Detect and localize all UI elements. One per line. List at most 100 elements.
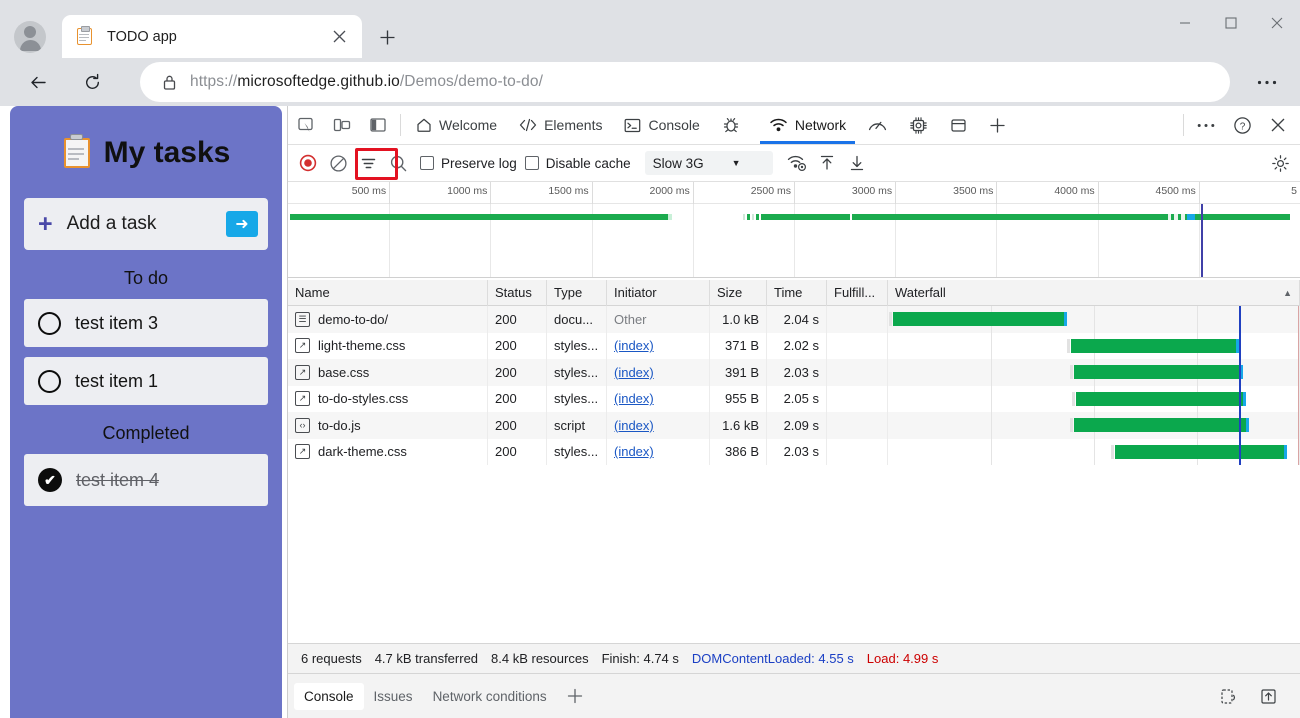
reload-button[interactable]: [76, 66, 108, 98]
record-button[interactable]: [294, 149, 322, 177]
help-icon[interactable]: ?: [1224, 109, 1260, 141]
status-transferred: 4.7 kB transferred: [375, 651, 478, 666]
task-label: test item 3: [75, 313, 158, 334]
devtools-panel: Welcome Elements Console Network: [287, 106, 1300, 718]
initiator-link[interactable]: (index): [614, 338, 654, 353]
window-minimize-button[interactable]: [1162, 0, 1208, 46]
list-item[interactable]: ✔ test item 4: [24, 454, 268, 506]
url-host: microsoftedge.github.io: [237, 73, 400, 90]
screenshot-icon[interactable]: [1210, 680, 1246, 712]
new-tab-button[interactable]: [372, 22, 402, 52]
clear-button[interactable]: [324, 149, 352, 177]
add-task-submit-button[interactable]: ➜: [226, 211, 258, 237]
drawer-add-tab-button[interactable]: [557, 683, 593, 710]
add-panel-button[interactable]: [978, 106, 1017, 144]
tab-performance[interactable]: [857, 106, 898, 144]
preserve-log-checkbox[interactable]: Preserve log: [420, 156, 517, 171]
column-header-time[interactable]: Time: [767, 280, 827, 306]
import-har-button[interactable]: [813, 149, 841, 177]
window-close-button[interactable]: [1254, 0, 1300, 46]
overview-load-marker: [1201, 204, 1203, 277]
tab-memory[interactable]: [898, 106, 939, 144]
network-overview[interactable]: 500 ms1000 ms1500 ms2000 ms2500 ms3000 m…: [288, 182, 1300, 278]
dcl-marker: [1239, 306, 1241, 333]
profile-avatar[interactable]: [14, 21, 46, 53]
window-maximize-button[interactable]: [1208, 0, 1254, 46]
column-header-type[interactable]: Type: [547, 280, 607, 306]
back-button[interactable]: [22, 66, 54, 98]
waterfall-gridline: [991, 439, 992, 466]
column-header-size[interactable]: Size: [710, 280, 767, 306]
inspect-element-icon[interactable]: [288, 109, 324, 141]
cell-fulfilled-by: [827, 306, 888, 333]
tab-close-icon[interactable]: [326, 24, 352, 50]
table-row[interactable]: ↗light-theme.css200styles...(index)371 B…: [288, 333, 1300, 360]
overview-bar-gap: [1181, 214, 1185, 220]
tab-strip: TODO app: [0, 0, 1300, 58]
add-task-input[interactable]: Add a task: [67, 213, 226, 235]
cell-initiator[interactable]: (index): [607, 386, 710, 413]
dock-side-icon[interactable]: [360, 109, 396, 141]
drawer-tab-console[interactable]: Console: [294, 683, 364, 710]
tab-network[interactable]: Network: [758, 106, 857, 144]
column-header-name[interactable]: Name: [288, 280, 488, 306]
table-row[interactable]: ↗to-do-styles.css200styles...(index)955 …: [288, 386, 1300, 413]
tab-elements[interactable]: Elements: [508, 106, 613, 144]
table-row[interactable]: ↗base.css200styles...(index)391 B2.03 s: [288, 359, 1300, 386]
cell-initiator[interactable]: (index): [607, 359, 710, 386]
address-bar[interactable]: https://microsoftedge.github.io/Demos/de…: [140, 62, 1230, 102]
section-heading-completed: Completed: [10, 423, 282, 444]
browser-tab[interactable]: TODO app: [62, 15, 362, 58]
initiator-link[interactable]: (index): [614, 365, 654, 380]
devtools-close-icon[interactable]: [1260, 109, 1296, 141]
column-header-status[interactable]: Status: [488, 280, 547, 306]
waterfall-gridline: [991, 359, 992, 386]
waterfall-connection-segment: [1067, 339, 1070, 353]
table-row[interactable]: ☰demo-to-do/200docu...Other1.0 kB2.04 s: [288, 306, 1300, 333]
waterfall-bar: [1115, 445, 1284, 459]
export-har-button[interactable]: [843, 149, 871, 177]
browser-more-button[interactable]: [1252, 68, 1282, 96]
task-checkbox-icon[interactable]: [38, 312, 61, 335]
device-toolbar-icon[interactable]: [324, 109, 360, 141]
devtools-tabbar-right: ?: [1179, 106, 1296, 144]
throttling-select[interactable]: Slow 3G ▼: [645, 151, 773, 175]
overview-tick-label: 1500 ms: [548, 185, 588, 197]
tab-sources-bug[interactable]: [711, 106, 758, 144]
export-icon[interactable]: [1250, 680, 1286, 712]
disable-cache-checkbox[interactable]: Disable cache: [525, 156, 631, 171]
tab-application[interactable]: [939, 106, 978, 144]
column-header-waterfall[interactable]: Waterfall ▲: [888, 280, 1300, 306]
task-checked-icon[interactable]: ✔: [38, 468, 62, 492]
column-header-initiator[interactable]: Initiator: [607, 280, 710, 306]
overview-bar-gap: [1168, 214, 1171, 220]
list-item[interactable]: test item 1: [24, 357, 268, 405]
initiator-link[interactable]: (index): [614, 444, 654, 459]
add-task-row[interactable]: + Add a task ➜: [24, 198, 268, 250]
column-header-fulfilled-by[interactable]: Fulfill...: [827, 280, 888, 306]
waterfall-gridline: [991, 333, 992, 360]
settings-gear-icon[interactable]: [1266, 149, 1294, 177]
window-controls: [1162, 0, 1300, 46]
cell-initiator[interactable]: (index): [607, 412, 710, 439]
network-conditions-icon[interactable]: [783, 149, 811, 177]
table-row[interactable]: ‹›to-do.js200script(index)1.6 kB2.09 s: [288, 412, 1300, 439]
code-icon: [519, 118, 537, 132]
drawer-tab-issues[interactable]: Issues: [364, 683, 423, 710]
drawer-tab-network-conditions[interactable]: Network conditions: [423, 683, 557, 710]
initiator-link[interactable]: (index): [614, 391, 654, 406]
stylesheet-icon: ↗: [295, 365, 310, 380]
search-button[interactable]: [384, 149, 412, 177]
tab-welcome[interactable]: Welcome: [405, 106, 508, 144]
cell-fulfilled-by: [827, 386, 888, 413]
cell-initiator[interactable]: (index): [607, 333, 710, 360]
task-checkbox-icon[interactable]: [38, 370, 61, 393]
filter-button[interactable]: [354, 149, 382, 177]
tab-console[interactable]: Console: [613, 106, 710, 144]
list-item[interactable]: test item 3: [24, 299, 268, 347]
table-row[interactable]: ↗dark-theme.css200styles...(index)386 B2…: [288, 439, 1300, 466]
initiator-link[interactable]: (index): [614, 418, 654, 433]
cell-initiator[interactable]: (index): [607, 439, 710, 466]
devtools-more-button[interactable]: [1188, 109, 1224, 141]
overview-bar: [1195, 214, 1290, 220]
